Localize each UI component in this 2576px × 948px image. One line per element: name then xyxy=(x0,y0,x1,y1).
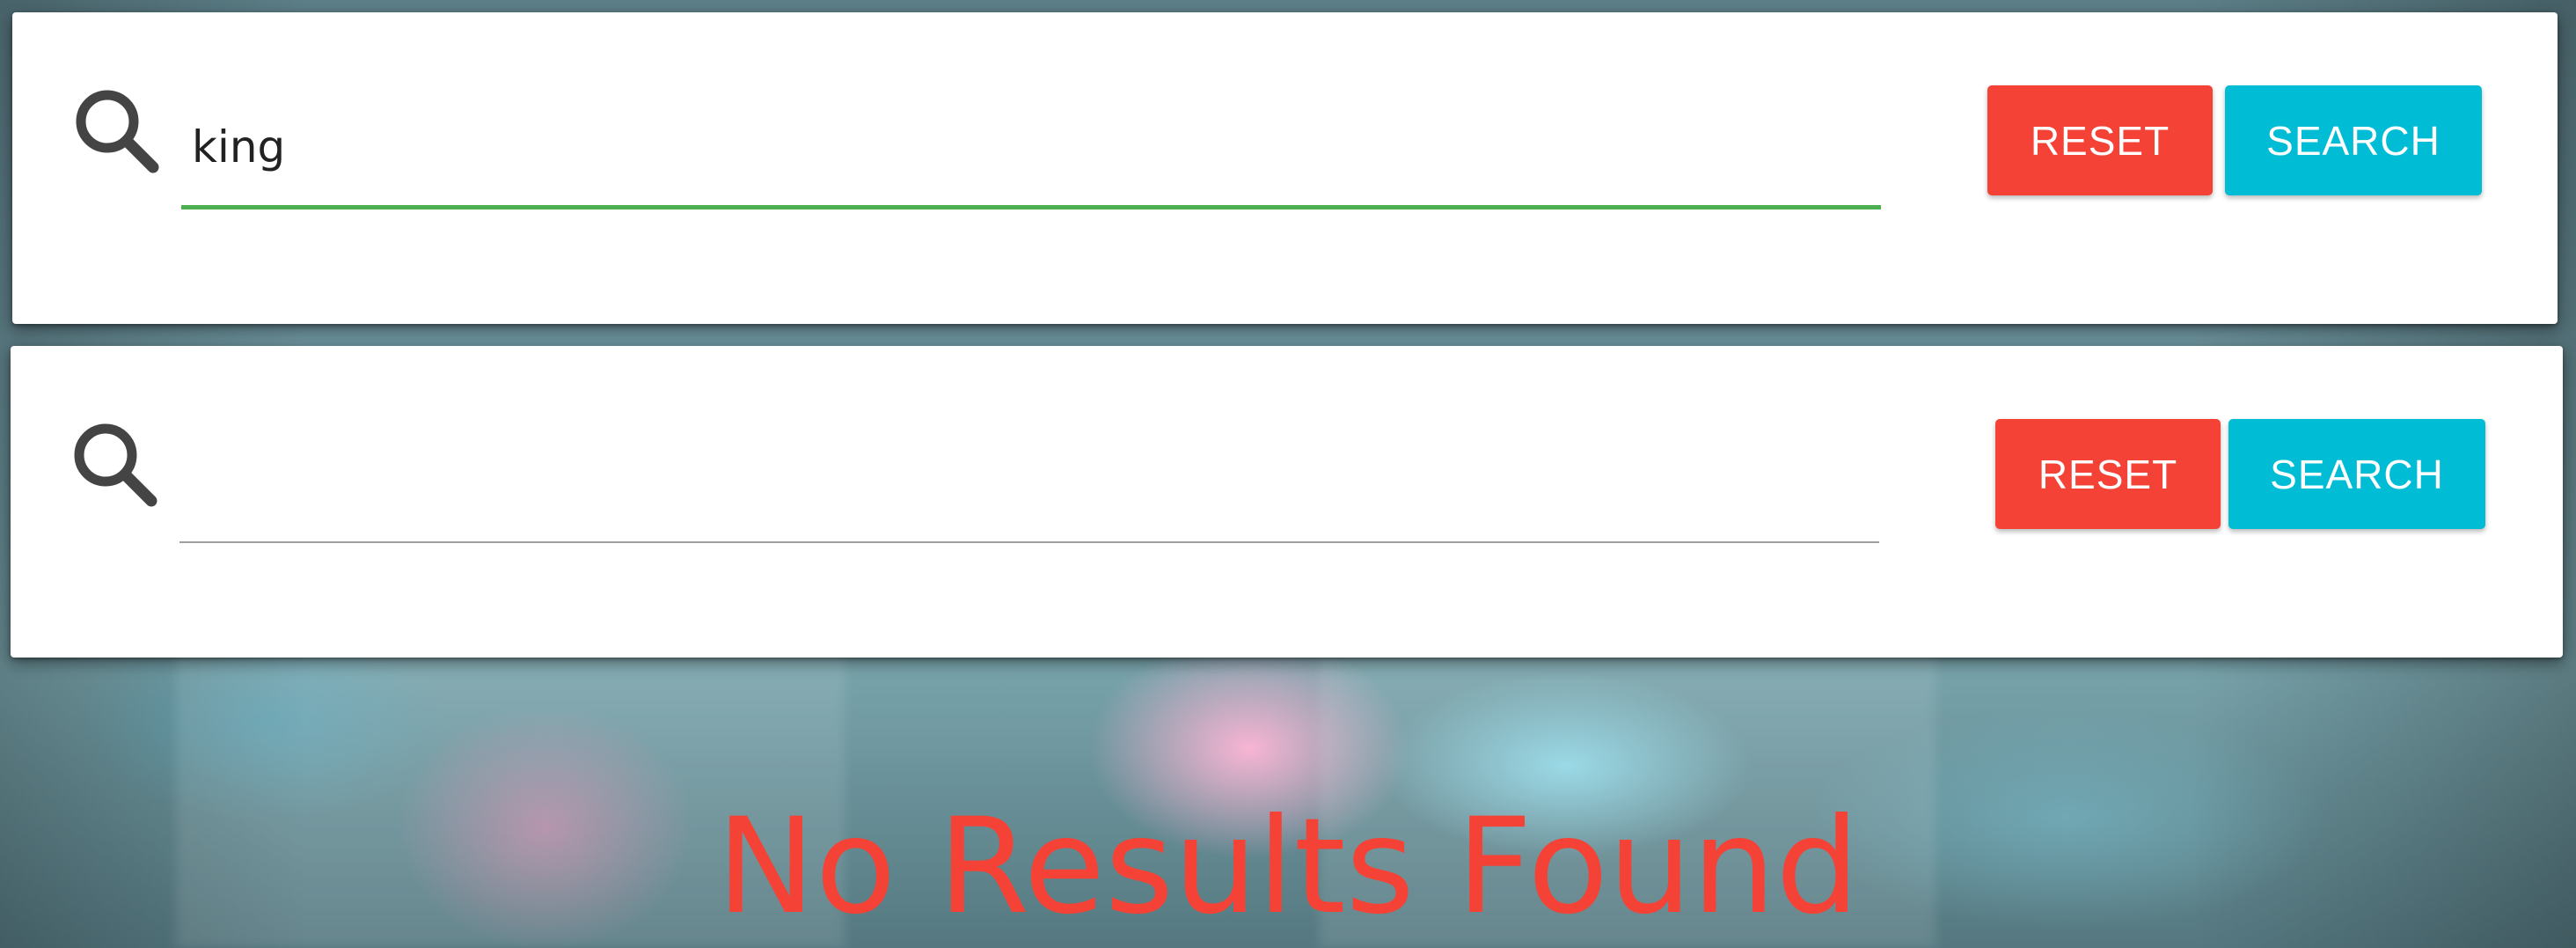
search-field xyxy=(179,425,1879,543)
no-results-message: No Results Found xyxy=(716,790,1860,944)
search-field xyxy=(181,92,1881,209)
input-underline-focused xyxy=(181,205,1881,209)
search-icon xyxy=(74,423,157,507)
search-button[interactable]: SEARCH xyxy=(2228,419,2485,529)
reset-button[interactable]: RESET xyxy=(1987,85,2213,195)
search-icon xyxy=(76,90,159,173)
input-underline xyxy=(179,541,1879,543)
reset-button[interactable]: RESET xyxy=(1995,419,2221,529)
search-button[interactable]: SEARCH xyxy=(2225,85,2482,195)
search-input[interactable] xyxy=(179,425,1879,536)
search-input[interactable] xyxy=(181,92,1881,202)
search-bar-card: RESET SEARCH xyxy=(12,12,2558,324)
search-bar-card: RESET SEARCH xyxy=(11,346,2563,658)
